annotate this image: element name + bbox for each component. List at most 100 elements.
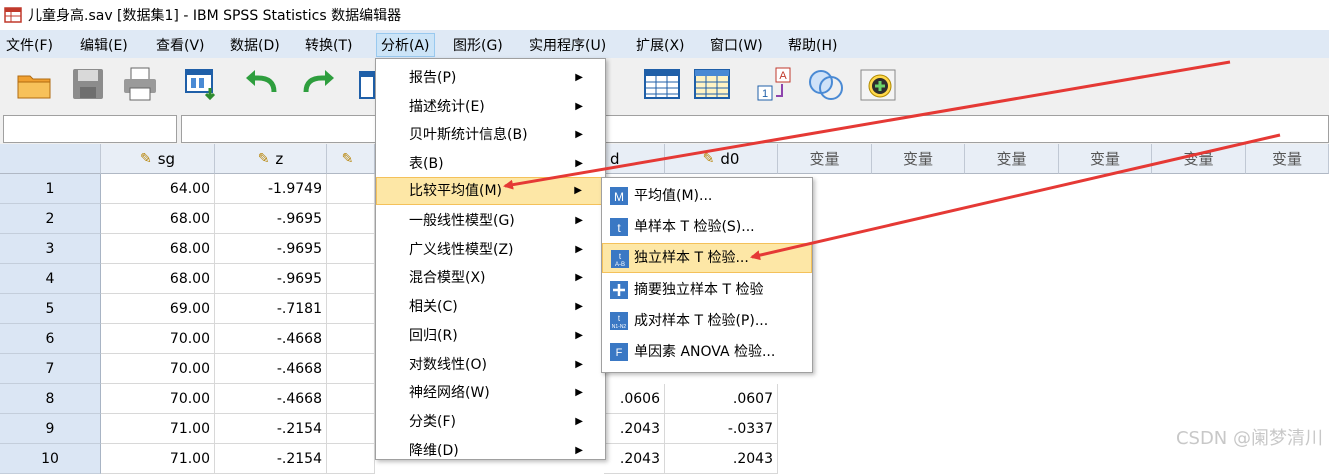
column-header-var[interactable]: 变量 — [778, 144, 872, 174]
cell-sg[interactable]: 64.00 — [101, 174, 215, 204]
menu-window[interactable]: 窗口(W) — [706, 34, 767, 56]
menu-item-dimension-reduction[interactable]: 降维(D) ▶ — [376, 437, 605, 465]
cell-hidden[interactable] — [327, 294, 375, 324]
menu-item-bayesian[interactable]: 贝叶斯统计信息(B) ▶ — [376, 121, 605, 149]
menu-item-reports[interactable]: 报告(P) ▶ — [376, 64, 605, 92]
menu-item-regression[interactable]: 回归(R) ▶ — [376, 322, 605, 350]
menu-analyze[interactable]: 分析(A) — [376, 33, 435, 57]
cell-hidden[interactable] — [327, 234, 375, 264]
row-number[interactable]: 10 — [0, 444, 101, 474]
menu-item-paired-samples-t-test[interactable]: t N1-N2 成对样本 T 检验(P)... — [602, 306, 812, 336]
menu-item-descriptive-statistics[interactable]: 描述统计(E) ▶ — [376, 93, 605, 121]
column-header-d[interactable]: d — [604, 144, 665, 174]
menu-item-one-way-anova[interactable]: F 单因素 ANOVA 检验... — [602, 337, 812, 367]
dialog-recall-icon[interactable] — [182, 64, 222, 104]
cell-sg[interactable]: 68.00 — [101, 204, 215, 234]
cell-z[interactable]: -.2154 — [215, 414, 327, 444]
cell-hidden[interactable] — [327, 324, 375, 354]
menu-item-compare-means[interactable]: 比较平均值(M) ▶ — [376, 177, 605, 205]
column-header-var[interactable]: 变量 — [1152, 144, 1246, 174]
cell-hidden[interactable] — [327, 174, 375, 204]
cell-d[interactable]: .0606 — [604, 384, 665, 414]
row-number[interactable]: 6 — [0, 324, 101, 354]
menu-item-means[interactable]: M 平均值(M)... — [602, 181, 812, 211]
row-number[interactable]: 7 — [0, 354, 101, 384]
cell-d0[interactable]: .2043 — [665, 444, 778, 474]
menu-item-generalized-linear-models[interactable]: 广义线性模型(Z) ▶ — [376, 236, 605, 264]
cell-hidden[interactable] — [327, 204, 375, 234]
cell-z[interactable]: -.4668 — [215, 324, 327, 354]
cell-sg[interactable]: 71.00 — [101, 414, 215, 444]
column-header-var[interactable]: 变量 — [965, 144, 1059, 174]
cell-z[interactable]: -.9695 — [215, 204, 327, 234]
cell-z[interactable]: -.4668 — [215, 384, 327, 414]
cell-sg[interactable]: 68.00 — [101, 264, 215, 294]
menu-view[interactable]: 查看(V) — [152, 34, 209, 56]
cell-hidden[interactable] — [327, 414, 375, 444]
menu-transform[interactable]: 转换(T) — [301, 34, 356, 56]
column-header-var[interactable]: 变量 — [872, 144, 965, 174]
menu-extensions[interactable]: 扩展(X) — [632, 34, 689, 56]
menu-item-neural-networks[interactable]: 神经网络(W) ▶ — [376, 379, 605, 407]
menu-edit[interactable]: 编辑(E) — [76, 34, 132, 56]
cell-d0[interactable]: -.0337 — [665, 414, 778, 444]
cell-sg[interactable]: 70.00 — [101, 354, 215, 384]
undo-icon[interactable] — [242, 64, 282, 104]
menu-help[interactable]: 帮助(H) — [784, 34, 841, 56]
row-number[interactable]: 4 — [0, 264, 101, 294]
column-header-var[interactable]: 变量 — [1059, 144, 1152, 174]
column-header-hidden[interactable]: ✎ — [327, 144, 375, 174]
column-header-z[interactable]: ✎ z — [215, 144, 327, 174]
menu-item-one-sample-t-test[interactable]: t 单样本 T 检验(S)... — [602, 212, 812, 242]
cell-sg[interactable]: 71.00 — [101, 444, 215, 474]
cell-z[interactable]: -1.9749 — [215, 174, 327, 204]
cell-hidden[interactable] — [327, 264, 375, 294]
cell-d[interactable]: .2043 — [604, 414, 665, 444]
save-icon[interactable] — [68, 64, 108, 104]
row-number[interactable]: 9 — [0, 414, 101, 444]
cell-hidden[interactable] — [327, 444, 375, 474]
cell-reference-field[interactable] — [3, 115, 177, 143]
cell-hidden[interactable] — [327, 384, 375, 414]
open-folder-icon[interactable] — [14, 64, 54, 104]
column-header-var[interactable]: 变量 — [1246, 144, 1329, 174]
cell-sg[interactable]: 70.00 — [101, 384, 215, 414]
menu-item-mixed-models[interactable]: 混合模型(X) ▶ — [376, 264, 605, 292]
print-icon[interactable] — [120, 64, 160, 104]
cell-z[interactable]: -.4668 — [215, 354, 327, 384]
menu-utilities[interactable]: 实用程序(U) — [525, 34, 610, 56]
menu-item-correlate[interactable]: 相关(C) ▶ — [376, 293, 605, 321]
use-sets-icon[interactable] — [806, 64, 846, 104]
column-header-d0[interactable]: ✎ d0 — [665, 144, 778, 174]
menu-item-general-linear-model[interactable]: 一般线性模型(G) ▶ — [376, 207, 605, 235]
menu-item-loglinear[interactable]: 对数线性(O) ▶ — [376, 351, 605, 379]
cell-sg[interactable]: 68.00 — [101, 234, 215, 264]
row-number[interactable]: 3 — [0, 234, 101, 264]
add-extension-icon[interactable] — [858, 64, 898, 104]
row-number[interactable]: 8 — [0, 384, 101, 414]
row-number[interactable]: 1 — [0, 174, 101, 204]
variables-icon[interactable] — [642, 64, 682, 104]
menu-item-tables[interactable]: 表(B) ▶ — [376, 150, 605, 178]
menu-data[interactable]: 数据(D) — [226, 34, 284, 56]
cell-z[interactable]: -.7181 — [215, 294, 327, 324]
data-table-icon[interactable] — [692, 64, 732, 104]
cell-value-field[interactable] — [181, 115, 1329, 143]
row-number[interactable]: 2 — [0, 204, 101, 234]
menu-item-summary-independent-t-test[interactable]: 摘要独立样本 T 检验 — [602, 275, 812, 305]
cell-d0[interactable]: .0607 — [665, 384, 778, 414]
cell-z[interactable]: -.9695 — [215, 234, 327, 264]
cell-hidden[interactable] — [327, 354, 375, 384]
cell-sg[interactable]: 69.00 — [101, 294, 215, 324]
row-number[interactable]: 5 — [0, 294, 101, 324]
cell-d[interactable]: .2043 — [604, 444, 665, 474]
value-labels-icon[interactable]: A1 — [754, 64, 794, 104]
cell-z[interactable]: -.9695 — [215, 264, 327, 294]
redo-icon[interactable] — [298, 64, 338, 104]
cell-sg[interactable]: 70.00 — [101, 324, 215, 354]
column-header-sg[interactable]: ✎ sg — [101, 144, 215, 174]
cell-z[interactable]: -.2154 — [215, 444, 327, 474]
menu-item-independent-samples-t-test[interactable]: t A-B 独立样本 T 检验... — [602, 243, 812, 273]
menu-item-classify[interactable]: 分类(F) ▶ — [376, 408, 605, 436]
menu-file[interactable]: 文件(F) — [2, 34, 57, 56]
